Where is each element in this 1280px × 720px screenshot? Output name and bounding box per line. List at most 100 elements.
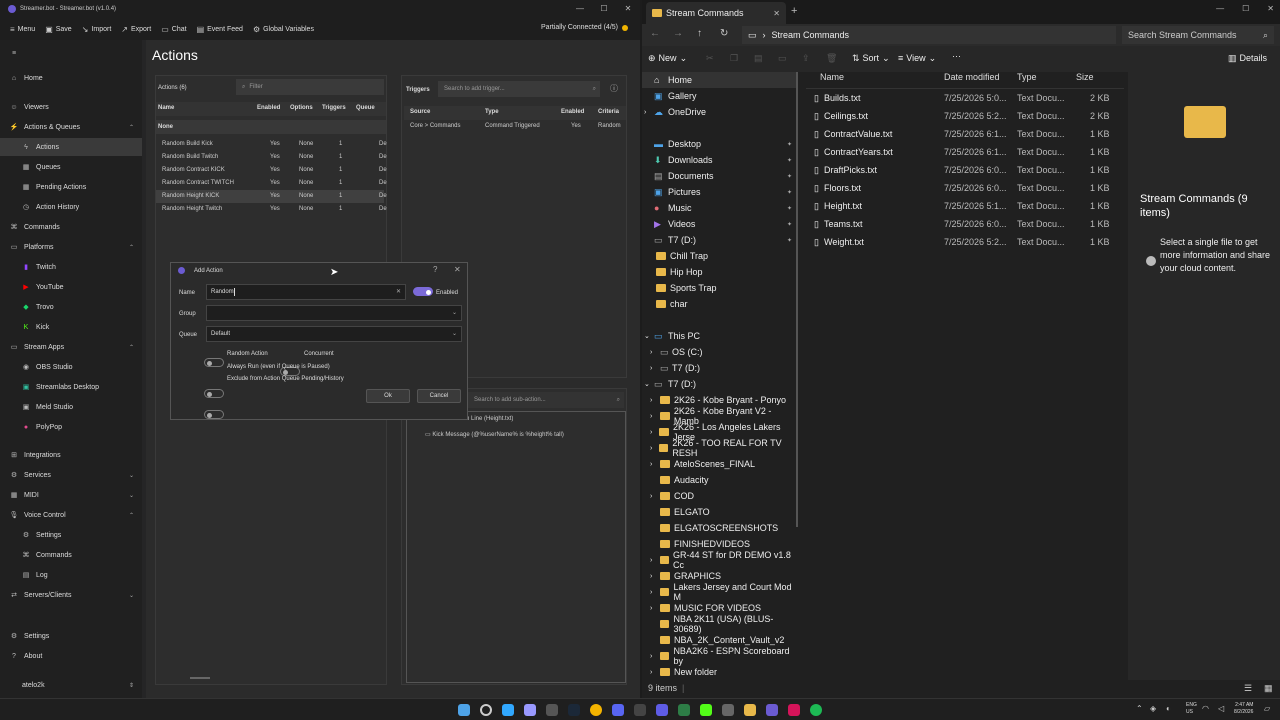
- app-icon[interactable]: [788, 704, 800, 716]
- app-icon[interactable]: [656, 704, 668, 716]
- export-button[interactable]: ↗ Export: [121, 25, 151, 34]
- group-select[interactable]: ⌄: [206, 305, 462, 321]
- wifi-icon[interactable]: ◠: [1202, 704, 1209, 713]
- file-row[interactable]: ▯ Teams.txt 7/25/2026 6:0... Text Docu... 1 …: [806, 215, 1124, 233]
- column-header-date[interactable]: Date modified: [944, 72, 1000, 82]
- maximize-button[interactable]: ☐: [1242, 4, 1249, 13]
- table-row[interactable]: Random Height Twitch Yes None 1 De: [156, 203, 387, 216]
- nav-item-folder[interactable]: › AteloScenes_FINAL: [642, 456, 798, 472]
- sidebar-item-pending-actions[interactable]: ▦ Pending Actions: [0, 178, 142, 196]
- file-row[interactable]: ▯ Weight.txt 7/25/2026 5:2... Text Docu... 1…: [806, 233, 1124, 251]
- sidebar-item-vc-log[interactable]: ▤ Log: [0, 566, 142, 584]
- clock[interactable]: 2:47 AM 8/2/2026: [1234, 702, 1253, 716]
- group-row[interactable]: None: [156, 120, 386, 134]
- details-view-icon[interactable]: ☰: [1244, 683, 1252, 694]
- always-run-toggle[interactable]: [204, 389, 224, 398]
- cut-icon[interactable]: ✂: [706, 53, 714, 64]
- view-button[interactable]: ≡ View ⌄: [898, 53, 936, 64]
- queue-select[interactable]: Default ⌄: [206, 326, 462, 342]
- nav-item-folder[interactable]: › GR-44 ST for DR DEMO v1.8 Cc: [642, 550, 798, 570]
- sidebar-item-settings[interactable]: ⚙ Settings: [0, 627, 142, 645]
- column-header-size[interactable]: Size: [1076, 72, 1094, 82]
- table-row[interactable]: Random Height KICK Yes None 1 De: [156, 190, 387, 203]
- column-header-type[interactable]: Type: [1017, 72, 1037, 82]
- sidebar-item-meld-studio[interactable]: ▣ Meld Studio: [0, 398, 142, 416]
- maximize-button[interactable]: ☐: [592, 0, 616, 18]
- up-icon[interactable]: ↑: [697, 28, 702, 39]
- nav-item-videos[interactable]: ▶ Videos ✦: [642, 216, 798, 232]
- file-row[interactable]: ▯ Ceilings.txt 7/25/2026 5:2... Text Docu..…: [806, 107, 1124, 125]
- exclude-toggle[interactable]: [204, 410, 224, 419]
- close-icon[interactable]: ✕: [454, 265, 461, 274]
- sidebar-item-youtube[interactable]: ▶ YouTube: [0, 278, 142, 296]
- windows-start-icon[interactable]: [458, 704, 470, 716]
- nav-item-os-c[interactable]: › ▭ OS (C:): [642, 344, 798, 360]
- sidebar-group-platforms[interactable]: ▭ Platforms ⌃: [0, 238, 142, 256]
- sidebar-group-actions-queues[interactable]: ⚡ Actions & Queues ⌃: [0, 118, 142, 136]
- file-row[interactable]: ▯ ContractYears.txt 7/25/2026 6:1... Text D…: [806, 143, 1124, 161]
- nav-item-folder[interactable]: › COD: [642, 488, 798, 504]
- minimize-button[interactable]: —: [1216, 4, 1224, 13]
- column-header-criteria[interactable]: Criteria: [598, 109, 619, 115]
- sidebar-item-twitch[interactable]: ▮ Twitch: [0, 258, 142, 276]
- nav-item-folder[interactable]: char: [642, 296, 798, 312]
- nav-item-t7-d[interactable]: › ▭ T7 (D:): [642, 360, 798, 376]
- column-header-type[interactable]: Type: [485, 109, 499, 115]
- steam-icon[interactable]: [568, 704, 580, 716]
- nav-item-t7-pinned[interactable]: ▭ T7 (D:) ✦: [642, 232, 798, 248]
- file-row[interactable]: ▯ DraftPicks.txt 7/25/2026 6:0... Text Docu…: [806, 161, 1124, 179]
- sidebar-group-services[interactable]: ⚙ Services ⌄: [0, 466, 142, 484]
- nav-item-this-pc[interactable]: ⌄ ▭ This PC: [642, 328, 798, 344]
- sidebar-item-trovo[interactable]: ◆ Trovo: [0, 298, 142, 316]
- help-icon[interactable]: ?: [433, 265, 437, 274]
- nav-item-t7-d-expanded[interactable]: ⌄ ▭ T7 (D:): [642, 376, 798, 392]
- app-icon[interactable]: [546, 704, 558, 716]
- rename-icon[interactable]: ▭: [778, 53, 787, 64]
- sidebar-item-vc-commands[interactable]: ⌘ Commands: [0, 546, 142, 564]
- new-tab-button[interactable]: +: [791, 5, 797, 17]
- close-button[interactable]: ✕: [616, 0, 640, 18]
- tray-app-icon[interactable]: ◐: [1166, 704, 1171, 713]
- file-row[interactable]: ▯ Height.txt 7/25/2026 5:1... Text Docu... 1…: [806, 197, 1124, 215]
- nav-item-downloads[interactable]: ⬇ Downloads ✦: [642, 152, 798, 168]
- search-input[interactable]: Search Stream Commands ⌕: [1122, 26, 1274, 44]
- menu-button[interactable]: ≡ Menu: [10, 25, 35, 34]
- sidebar-item-action-history[interactable]: ◷ Action History: [0, 198, 142, 216]
- connection-status[interactable]: Partially Connected (4/5): [541, 24, 628, 31]
- photoshop-icon[interactable]: [502, 704, 514, 716]
- user-switcher[interactable]: atelo2k ⇕: [0, 676, 142, 694]
- sidebar-group-servers-clients[interactable]: ⇄ Servers/Clients ⌄: [0, 586, 142, 604]
- search-icon[interactable]: [480, 704, 492, 716]
- ok-button[interactable]: Ok: [366, 389, 410, 403]
- table-row[interactable]: Random Contract TWITCH Yes None 1 De: [156, 177, 387, 190]
- event-feed-button[interactable]: ▤ Event Feed: [197, 25, 243, 34]
- column-header-enabled[interactable]: Enabled: [561, 109, 584, 115]
- close-button[interactable]: ✕: [1267, 4, 1274, 13]
- enabled-toggle[interactable]: [413, 287, 433, 296]
- sidebar-group-midi[interactable]: ▦ MIDI ⌄: [0, 486, 142, 504]
- column-header-triggers[interactable]: Triggers: [322, 105, 346, 111]
- tray-chevron-icon[interactable]: ⌃: [1136, 704, 1143, 713]
- sidebar-item-kick[interactable]: K Kick: [0, 318, 142, 336]
- global-variables-button[interactable]: ⚙ Global Variables: [253, 25, 314, 34]
- column-header-name[interactable]: Name: [820, 72, 844, 82]
- subaction-item[interactable]: om Line (Height.txt): [461, 416, 513, 422]
- info-icon[interactable]: ⓘ: [610, 83, 618, 94]
- nav-item-folder[interactable]: › 2K26 - TOO REAL FOR TV RESH: [642, 438, 798, 458]
- actions-filter-input[interactable]: ⌕ Filter: [236, 79, 384, 95]
- trigger-search-input[interactable]: Search to add trigger... ⌕: [438, 81, 600, 97]
- chrome-icon[interactable]: [590, 704, 602, 716]
- sidebar-item-actions[interactable]: ϟ Actions: [0, 138, 142, 156]
- column-header-source[interactable]: Source: [410, 109, 430, 115]
- settings-icon[interactable]: [722, 704, 734, 716]
- share-icon[interactable]: ⇪: [802, 53, 810, 64]
- app-icon[interactable]: [678, 704, 690, 716]
- save-button[interactable]: ▣ Save: [45, 25, 72, 34]
- tab-stream-commands[interactable]: Stream Commands ✕: [646, 2, 786, 24]
- nav-item-gallery[interactable]: ▣ Gallery: [642, 88, 798, 104]
- table-row[interactable]: Random Build Twitch Yes None 1 De: [156, 151, 387, 164]
- subaction-search-input[interactable]: Search to add sub-action... ⌕: [468, 392, 624, 408]
- notifications-icon[interactable]: ▱: [1264, 704, 1270, 713]
- file-row[interactable]: ▯ Floors.txt 7/25/2026 6:0... Text Docu... 1…: [806, 179, 1124, 197]
- sort-button[interactable]: ⇅ Sort ⌄: [852, 53, 890, 64]
